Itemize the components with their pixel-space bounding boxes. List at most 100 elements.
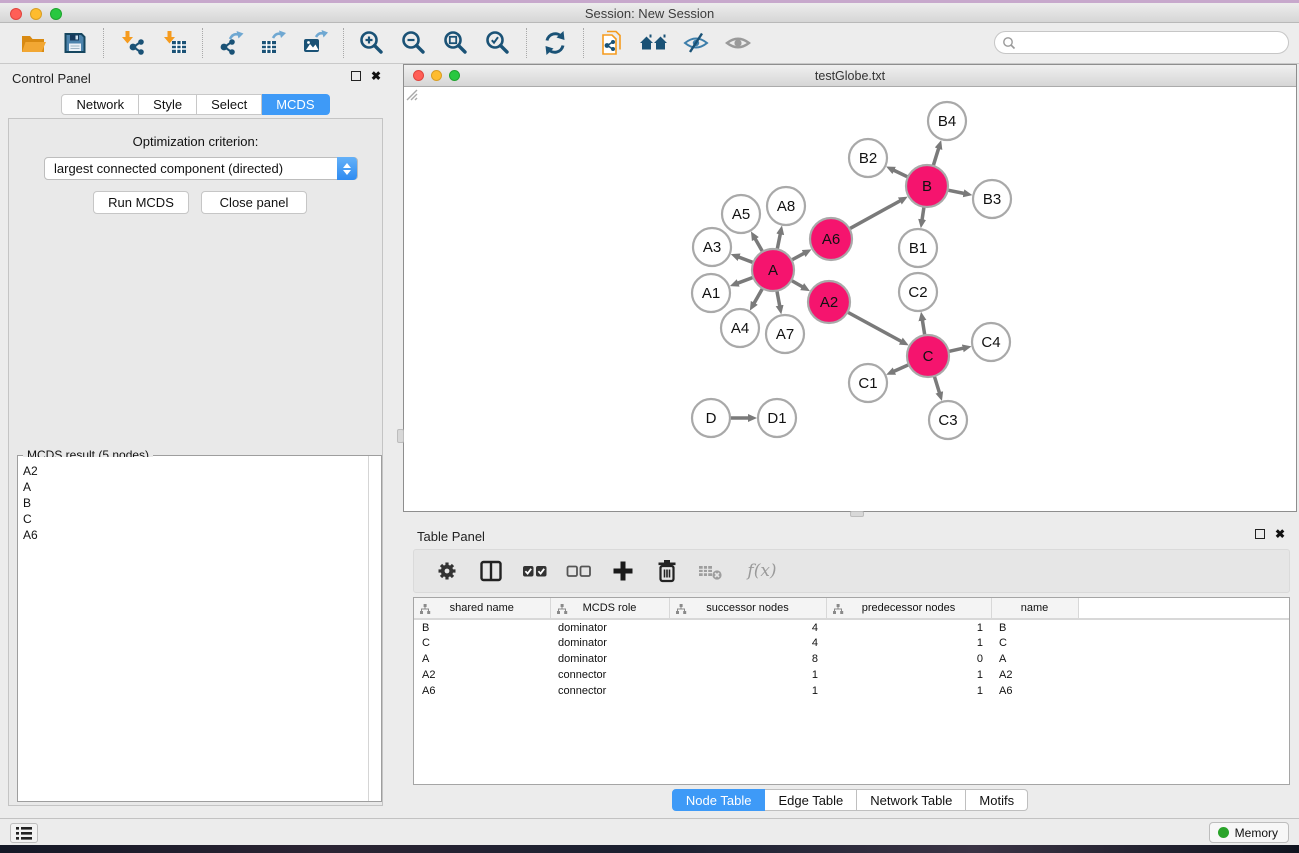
node-table[interactable]: shared nameMCDS rolesuccessor nodesprede… (413, 597, 1290, 785)
zoom-out-button[interactable] (397, 26, 431, 60)
node-A2[interactable]: A2 (808, 281, 850, 323)
table-cell[interactable]: 1 (826, 635, 991, 651)
node-B2[interactable]: B2 (849, 139, 887, 177)
tab-style[interactable]: Style (139, 94, 197, 115)
new-network-from-selection-button[interactable] (595, 26, 629, 60)
table-row[interactable]: Bdominator41B (414, 619, 1290, 635)
create-column-button[interactable] (608, 556, 638, 586)
node-C2[interactable]: C2 (899, 273, 937, 311)
table-cell[interactable]: 0 (826, 651, 991, 667)
search-input[interactable] (1020, 34, 1288, 52)
close-panel-icon[interactable]: ✖ (371, 71, 381, 81)
network-window-titlebar[interactable]: testGlobe.txt (404, 65, 1296, 87)
open-file-button[interactable] (16, 26, 50, 60)
node-A5[interactable]: A5 (722, 195, 760, 233)
node-B1[interactable]: B1 (899, 229, 937, 267)
table-cell[interactable]: dominator (550, 651, 669, 667)
table-cell[interactable]: 1 (826, 667, 991, 683)
deselect-all-button[interactable] (564, 556, 594, 586)
import-network-button[interactable] (115, 26, 149, 60)
column-header-shared-name[interactable]: shared name (414, 598, 550, 619)
table-cell[interactable]: B (414, 619, 550, 635)
memory-button[interactable]: Memory (1209, 822, 1289, 843)
show-columns-button[interactable] (476, 556, 506, 586)
horizontal-scroll-thumb[interactable] (850, 511, 864, 517)
zoom-selected-button[interactable] (481, 26, 515, 60)
node-A6[interactable]: A6 (810, 218, 852, 260)
table-cell[interactable]: 4 (669, 619, 826, 635)
node-B[interactable]: B (906, 165, 948, 207)
node-A7[interactable]: A7 (766, 315, 804, 353)
table-row[interactable]: A6connector11A6 (414, 683, 1290, 699)
table-cell[interactable]: 1 (669, 683, 826, 699)
export-table-button[interactable] (256, 26, 290, 60)
vertical-scroll-thumb[interactable] (397, 429, 404, 443)
node-C3[interactable]: C3 (929, 401, 967, 439)
home-button[interactable] (637, 26, 671, 60)
node-D1[interactable]: D1 (758, 399, 796, 437)
close-table-panel-icon[interactable]: ✖ (1275, 529, 1285, 539)
table-settings-button[interactable] (432, 556, 462, 586)
hide-graphics-details-button[interactable] (679, 26, 713, 60)
search-field[interactable] (994, 31, 1289, 54)
table-cell[interactable]: B (991, 619, 1078, 635)
table-cell[interactable]: dominator (550, 635, 669, 651)
table-row[interactable]: Adominator80A (414, 651, 1290, 667)
node-A[interactable]: A (752, 249, 794, 291)
zoom-in-button[interactable] (355, 26, 389, 60)
table-cell[interactable]: 8 (669, 651, 826, 667)
mcds-result-item[interactable]: B (23, 495, 363, 511)
export-network-button[interactable] (214, 26, 248, 60)
run-mcds-button[interactable]: Run MCDS (93, 191, 189, 214)
task-history-button[interactable] (10, 823, 38, 843)
table-cell[interactable]: C (414, 635, 550, 651)
node-C1[interactable]: C1 (849, 364, 887, 402)
table-cell[interactable]: connector (550, 683, 669, 699)
table-cell[interactable]: 1 (826, 683, 991, 699)
edge-B-B4[interactable] (933, 148, 939, 168)
tab-edge-table[interactable]: Edge Table (765, 789, 857, 811)
node-B4[interactable]: B4 (928, 102, 966, 140)
tab-network-table[interactable]: Network Table (857, 789, 966, 811)
network-canvas[interactable]: AA1A2A3A4A5A6A7A8BB1B2B3B4CC1C2C3C4DD1 (404, 87, 1296, 511)
node-A1[interactable]: A1 (692, 274, 730, 312)
close-panel-button[interactable]: Close panel (201, 191, 307, 214)
column-header-name[interactable]: name (991, 598, 1078, 619)
table-row[interactable]: A2connector11A2 (414, 667, 1290, 683)
node-B3[interactable]: B3 (973, 180, 1011, 218)
table-cell[interactable]: 4 (669, 635, 826, 651)
mcds-result-item[interactable]: C (23, 511, 363, 527)
zoom-fit-button[interactable] (439, 26, 473, 60)
table-cell[interactable]: A2 (414, 667, 550, 683)
select-all-button[interactable] (520, 556, 550, 586)
tab-mcds[interactable]: MCDS (262, 94, 329, 115)
mcds-result-item[interactable]: A6 (23, 527, 363, 543)
criterion-dropdown[interactable]: largest connected component (directed) (44, 157, 358, 180)
tab-node-table[interactable]: Node Table (672, 789, 766, 811)
edge-A2-C[interactable] (846, 311, 902, 342)
show-graphics-details-button[interactable] (721, 26, 755, 60)
column-header-predecessor-nodes[interactable]: predecessor nodes (826, 598, 991, 619)
table-cell[interactable]: A2 (991, 667, 1078, 683)
refresh-button[interactable] (538, 26, 572, 60)
column-header-successor-nodes[interactable]: successor nodes (669, 598, 826, 619)
table-cell[interactable]: A6 (991, 683, 1078, 699)
mcds-result-list[interactable]: A2ABCA6 (19, 457, 367, 800)
column-header-mcds-role[interactable]: MCDS role (550, 598, 669, 619)
node-C[interactable]: C (907, 335, 949, 377)
delete-table-button[interactable] (696, 556, 726, 586)
node-C4[interactable]: C4 (972, 323, 1010, 361)
float-table-panel-icon[interactable] (1255, 529, 1265, 539)
function-builder-button[interactable]: f(x) (740, 556, 784, 586)
delete-column-button[interactable] (652, 556, 682, 586)
import-table-button[interactable] (157, 26, 191, 60)
export-image-button[interactable] (298, 26, 332, 60)
resize-grip-icon[interactable] (404, 87, 418, 101)
table-cell[interactable]: A (414, 651, 550, 667)
mcds-result-item[interactable]: A (23, 479, 363, 495)
tab-select[interactable]: Select (197, 94, 262, 115)
mcds-result-item[interactable]: A2 (23, 463, 363, 479)
table-cell[interactable]: C (991, 635, 1078, 651)
node-A3[interactable]: A3 (693, 228, 731, 266)
tab-network[interactable]: Network (61, 94, 139, 115)
